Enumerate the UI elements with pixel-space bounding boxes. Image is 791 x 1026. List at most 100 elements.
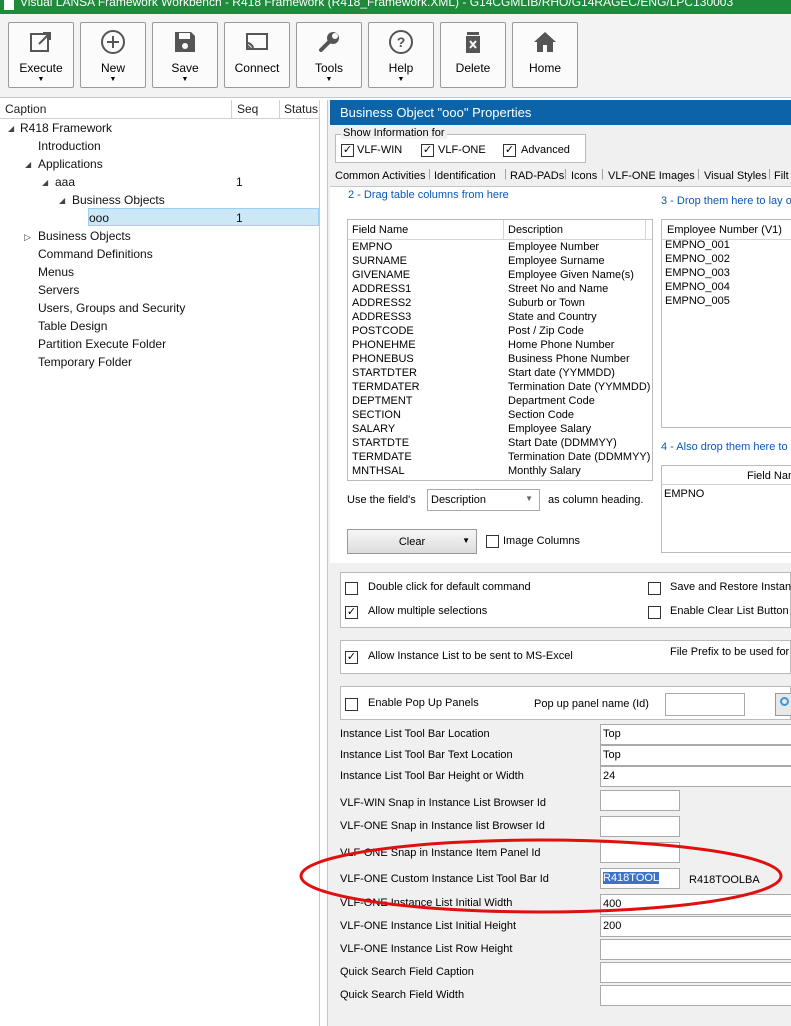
collapse-arrow-icon[interactable]: ◢	[59, 196, 65, 205]
field-name-cell[interactable]: TERMDATE	[352, 451, 412, 463]
field-name-cell[interactable]: GIVENAME	[352, 269, 410, 281]
tab-identification[interactable]: Identification	[434, 170, 496, 182]
tree-node-r418-framework[interactable]: R418 Framework	[20, 121, 112, 135]
vlf-one-checkbox[interactable]: ✓	[421, 144, 434, 157]
tree-node-command-definitions[interactable]: Command Definitions	[38, 247, 153, 261]
collapse-arrow-icon[interactable]: ◢	[8, 124, 14, 133]
field-name-cell[interactable]: STARTDTER	[352, 367, 417, 379]
tree-node-business-objects[interactable]: Business Objects	[72, 193, 165, 207]
tree-node-ooo[interactable]: ooo	[89, 211, 109, 225]
field-name-cell[interactable]: STARTDTE	[352, 437, 409, 449]
help-button[interactable]: ? Help ▼	[368, 22, 434, 88]
property-value-input[interactable]	[600, 985, 791, 1006]
column-heading-select[interactable]: Description ▼	[427, 489, 540, 511]
tree-node-partition-execute-folder[interactable]: Partition Execute Folder	[38, 337, 166, 351]
property-value-input[interactable]	[600, 790, 680, 811]
field-name-cell[interactable]: ADDRESS1	[352, 283, 411, 295]
collapse-arrow-icon[interactable]: ◢	[42, 178, 48, 187]
field-description-cell[interactable]: Department Code	[508, 395, 595, 407]
field-description-cell[interactable]: State and Country	[508, 311, 597, 323]
property-value-input[interactable]	[600, 816, 680, 837]
field-name-cell[interactable]: PHONEBUS	[352, 353, 414, 365]
field-description-cell[interactable]: Business Phone Number	[508, 353, 630, 365]
field-description-cell[interactable]: Suburb or Town	[508, 297, 585, 309]
home-button[interactable]: Home	[512, 22, 578, 88]
drop-list-column-header[interactable]: Field Nam	[747, 470, 791, 482]
field-name-cell[interactable]: PHONEHME	[352, 339, 416, 351]
field-description-cell[interactable]: Street No and Name	[508, 283, 608, 295]
tree-node-aaa[interactable]: aaa	[55, 175, 75, 189]
tab-common-activities[interactable]: Common Activities	[335, 170, 425, 182]
allow-multiple-checkbox[interactable]: ✓	[345, 606, 358, 619]
tab-vlf-one-images[interactable]: VLF-ONE Images	[608, 170, 695, 182]
tree-node-temporary-folder[interactable]: Temporary Folder	[38, 355, 132, 369]
field-description-cell[interactable]: Employee Salary	[508, 423, 591, 435]
save-button[interactable]: Save ▼	[152, 22, 218, 88]
property-value-input[interactable]	[600, 939, 791, 960]
additional-columns-list[interactable]: Field Nam EMPNO	[661, 465, 791, 553]
description-column-header[interactable]: Description	[508, 224, 563, 236]
enable-popup-checkbox[interactable]	[345, 698, 358, 711]
collapse-arrow-icon[interactable]: ◢	[25, 160, 31, 169]
tab-icons[interactable]: Icons	[571, 170, 597, 182]
field-description-cell[interactable]: Start Date (DDMMYY)	[508, 437, 617, 449]
advanced-checkbox[interactable]: ✓	[503, 144, 516, 157]
expand-arrow-icon[interactable]: ▷	[24, 232, 31, 243]
new-button[interactable]: New ▼	[80, 22, 146, 88]
vlf-win-checkbox[interactable]: ✓	[341, 144, 354, 157]
tree-node-users-groups-security[interactable]: Users, Groups and Security	[38, 301, 185, 315]
field-name-cell[interactable]: MNTHSAL	[352, 465, 405, 477]
field-description-cell[interactable]: Home Phone Number	[508, 339, 614, 351]
save-restore-checkbox[interactable]	[648, 582, 661, 595]
field-description-cell[interactable]: Post / Zip Code	[508, 325, 584, 337]
tree-node-servers[interactable]: Servers	[38, 283, 79, 297]
preview-column-header[interactable]: Employee Number (V1)	[667, 224, 782, 236]
allow-excel-checkbox[interactable]: ✓	[345, 651, 358, 664]
seq-column-header[interactable]: Seq	[232, 100, 280, 119]
field-name-cell[interactable]: TERMDATER	[352, 381, 420, 393]
tools-button[interactable]: Tools ▼	[296, 22, 362, 88]
field-name-cell[interactable]: DEPTMENT	[352, 395, 413, 407]
property-value-input[interactable]: 24	[600, 766, 791, 787]
tab-visual-styles[interactable]: Visual Styles	[704, 170, 767, 182]
field-name-cell[interactable]: ADDRESS2	[352, 297, 411, 309]
tree-node-introduction[interactable]: Introduction	[38, 139, 101, 153]
popup-lookup-button[interactable]	[775, 693, 791, 716]
field-name-cell[interactable]: SALARY	[352, 423, 395, 435]
clear-button[interactable]: Clear ▼	[347, 529, 477, 554]
tree-node-business-objects-root[interactable]: Business Objects	[38, 229, 131, 243]
field-name-cell[interactable]: ADDRESS3	[352, 311, 411, 323]
property-value-input[interactable]: Top	[600, 724, 791, 745]
field-name-cell[interactable]: EMPNO	[352, 241, 392, 253]
caption-column-header[interactable]: Caption	[0, 100, 232, 119]
field-description-cell[interactable]: Start date (YYMMDD)	[508, 367, 615, 379]
property-value-input[interactable]: 200	[600, 916, 791, 937]
field-name-column-header[interactable]: Field Name	[352, 224, 408, 236]
popup-name-input[interactable]	[665, 693, 745, 716]
field-description-cell[interactable]: Monthly Salary	[508, 465, 581, 477]
field-description-cell[interactable]: Employee Number	[508, 241, 599, 253]
field-description-cell[interactable]: Employee Given Name(s)	[508, 269, 634, 281]
tree-node-menus[interactable]: Menus	[38, 265, 74, 279]
delete-button[interactable]: Delete	[440, 22, 506, 88]
field-description-cell[interactable]: Employee Surname	[508, 255, 605, 267]
field-name-cell[interactable]: SECTION	[352, 409, 401, 421]
field-description-cell[interactable]: Termination Date (DDMMYY)	[508, 451, 650, 463]
field-name-cell[interactable]: POSTCODE	[352, 325, 414, 337]
tree-node-applications[interactable]: Applications	[38, 157, 103, 171]
field-description-cell[interactable]: Section Code	[508, 409, 574, 421]
field-description-cell[interactable]: Termination Date (YYMMDD)	[508, 381, 650, 393]
instance-list-preview[interactable]: Employee Number (V1) EMPNO_001 EMPNO_002…	[661, 219, 791, 428]
execute-button[interactable]: Execute ▼	[8, 22, 74, 88]
connect-button[interactable]: Connect	[224, 22, 290, 88]
field-list[interactable]: Field Name Description EMPNO Employee Num…	[347, 219, 653, 481]
image-columns-checkbox[interactable]	[486, 535, 499, 548]
enable-clear-checkbox[interactable]	[648, 606, 661, 619]
property-value-input[interactable]	[600, 962, 791, 983]
property-value-input[interactable]: Top	[600, 745, 791, 766]
double-click-checkbox[interactable]	[345, 582, 358, 595]
tree-node-table-design[interactable]: Table Design	[38, 319, 107, 333]
field-name-cell[interactable]: SURNAME	[352, 255, 407, 267]
tab-rad-pads[interactable]: RAD-PADs	[510, 170, 564, 182]
status-column-header[interactable]: Status	[280, 100, 320, 119]
